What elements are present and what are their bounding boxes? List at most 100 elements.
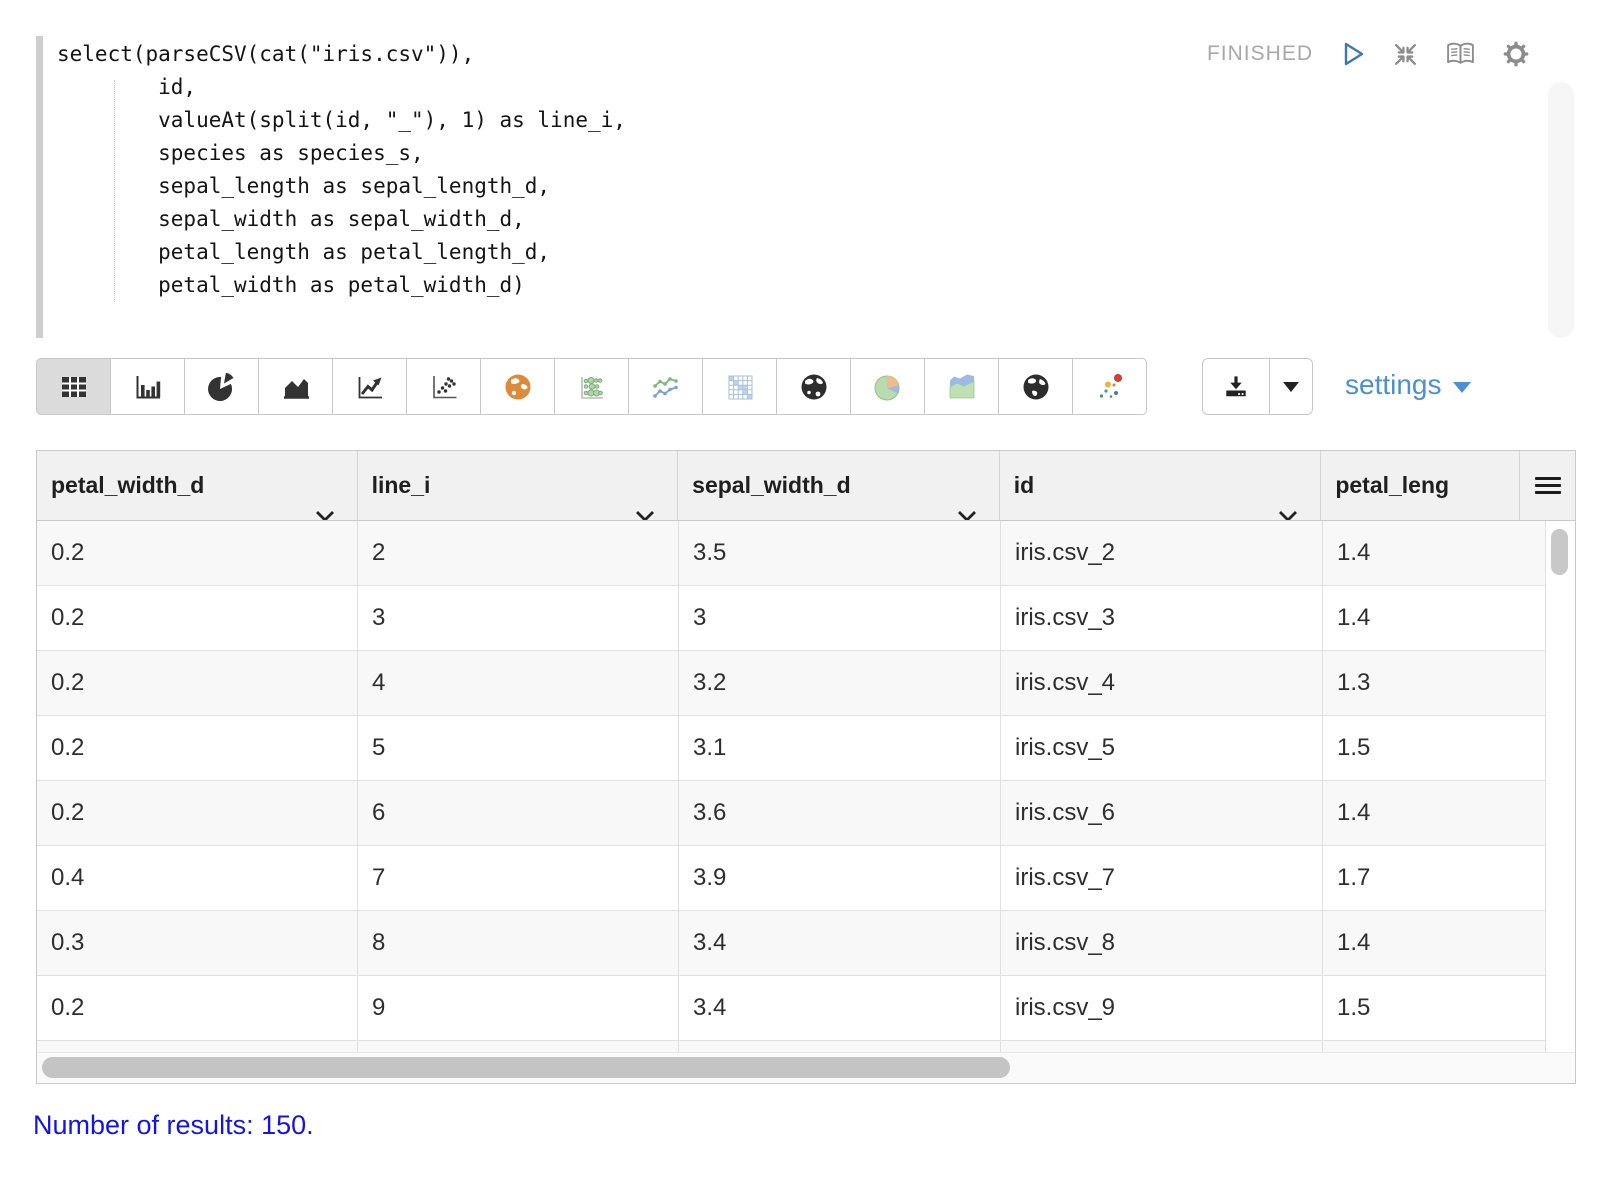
- table-row: 0.3 8 3.4 iris.csv_8 1.4: [37, 911, 1575, 976]
- chart-tab-scatter-color[interactable]: [1072, 358, 1147, 415]
- table-cell: 3.9: [679, 846, 1001, 910]
- line-chart-icon: [353, 370, 387, 404]
- paragraph-accent-bar: [36, 36, 43, 338]
- table-cell: 8: [358, 911, 679, 975]
- chart-tab-area-chart[interactable]: [258, 358, 333, 415]
- chart-tab-globe-orange[interactable]: [480, 358, 555, 415]
- vertical-scrollbar-thumb[interactable]: [1551, 529, 1568, 575]
- globe-orange-icon: [501, 370, 535, 404]
- download-icon: [1221, 372, 1251, 402]
- column-header-id[interactable]: id: [1000, 451, 1322, 521]
- book-icon[interactable]: [1445, 41, 1476, 68]
- scatter-chart-icon: [427, 370, 461, 404]
- table-cell: iris.csv_8: [1001, 911, 1323, 975]
- table-cell: iris.csv_3: [1001, 586, 1323, 650]
- table-cell: 0.2: [37, 651, 358, 715]
- settings-toggle[interactable]: settings: [1345, 369, 1471, 401]
- indent-guide: [114, 80, 115, 302]
- chart-type-toolbar: [36, 358, 1147, 415]
- chevron-down-icon[interactable]: [1278, 480, 1298, 521]
- table-row: 0.2 9 3.4 iris.csv_9 1.5: [37, 976, 1575, 1041]
- chart-tab-pie-chart[interactable]: [184, 358, 259, 415]
- chart-tab-table[interactable]: [36, 358, 111, 415]
- status-badge: FINISHED: [1207, 42, 1313, 66]
- code-editor[interactable]: select(parseCSV(cat("iris.csv")), id, va…: [57, 38, 626, 302]
- download-options-button[interactable]: [1270, 358, 1313, 415]
- results-count: Number of results: 150.: [33, 1110, 314, 1141]
- column-header-petal-width[interactable]: petal_width_d: [37, 451, 358, 521]
- table-cell: 3.6: [679, 781, 1001, 845]
- table-cell: 1.5: [1323, 716, 1547, 780]
- column-header-sepal-width[interactable]: sepal_width_d: [678, 451, 1000, 521]
- code-line: petal_width as petal_width_d): [57, 269, 626, 302]
- chart-tab-bar-chart[interactable]: [110, 358, 185, 415]
- table-row: 0.2 4 3.2 iris.csv_4 1.3: [37, 651, 1575, 716]
- chart-tab-scatter-chart[interactable]: [406, 358, 481, 415]
- table-cell: 3.5: [679, 521, 1001, 585]
- table-cell: 1.4: [1323, 521, 1547, 585]
- caret-down-icon: [1283, 382, 1299, 392]
- chart-tab-globe-dark-2[interactable]: [998, 358, 1073, 415]
- area-chart-icon: [279, 370, 313, 404]
- chevron-down-icon[interactable]: [315, 480, 335, 521]
- table-cell: 3.4: [679, 976, 1001, 1040]
- table-row: 0.2 5 3.1 iris.csv_5 1.5: [37, 716, 1575, 781]
- table-cell: 3.2: [679, 651, 1001, 715]
- table-row: 0.4 7 3.9 iris.csv_7 1.7: [37, 846, 1575, 911]
- table-header-row: petal_width_d line_i sepal_width_d id pe…: [37, 451, 1575, 521]
- table-cell: 3: [679, 586, 1001, 650]
- table-cell: 1.7: [1323, 846, 1547, 910]
- column-header-line-i[interactable]: line_i: [358, 451, 679, 521]
- horizontal-scrollbar[interactable]: [37, 1052, 1575, 1083]
- paragraph-control-bar: FINISHED: [1207, 40, 1530, 68]
- chart-tab-stacked-area[interactable]: [924, 358, 999, 415]
- table-cell: iris.csv_9: [1001, 976, 1323, 1040]
- chart-tab-multi-line-chart[interactable]: [628, 358, 703, 415]
- settings-caret-icon: [1453, 382, 1471, 393]
- vertical-scrollbar[interactable]: [1545, 521, 1575, 1055]
- code-line: petal_length as petal_length_d,: [57, 236, 626, 269]
- table-menu-button[interactable]: [1520, 451, 1575, 521]
- scatter-color-icon: [1093, 370, 1127, 404]
- chevron-down-icon[interactable]: [635, 480, 655, 521]
- code-scrollbar[interactable]: [1548, 82, 1574, 338]
- table-row: 0.2 6 3.6 iris.csv_6 1.4: [37, 781, 1575, 846]
- chart-tab-line-chart[interactable]: [332, 358, 407, 415]
- gear-icon[interactable]: [1502, 40, 1530, 68]
- compress-icon[interactable]: [1392, 41, 1419, 68]
- chart-tab-globe-dark[interactable]: [776, 358, 851, 415]
- table-cell: iris.csv_5: [1001, 716, 1323, 780]
- pie-pastel-icon: [871, 370, 905, 404]
- table-cell: 0.2: [37, 586, 358, 650]
- column-header-petal-length[interactable]: petal_leng: [1321, 451, 1520, 521]
- column-label: sepal_width_d: [692, 472, 850, 498]
- chevron-down-icon[interactable]: [957, 480, 977, 521]
- multi-line-chart-icon: [649, 370, 683, 404]
- chart-tab-bubble-chart[interactable]: [554, 358, 629, 415]
- table-row: 0.2 2 3.5 iris.csv_2 1.4: [37, 521, 1575, 586]
- table-cell: 0.2: [37, 521, 358, 585]
- chart-tab-pie-pastel[interactable]: [850, 358, 925, 415]
- table-cell: 0.2: [37, 976, 358, 1040]
- table-cell: 5: [358, 716, 679, 780]
- download-split-button: [1202, 358, 1313, 415]
- horizontal-scrollbar-thumb[interactable]: [42, 1057, 1010, 1078]
- download-button[interactable]: [1202, 358, 1270, 415]
- play-icon[interactable]: [1339, 40, 1366, 68]
- code-line: sepal_width as sepal_width_d,: [57, 203, 626, 236]
- code-line: sepal_length as sepal_length_d,: [57, 170, 626, 203]
- table-cell: 0.2: [37, 716, 358, 780]
- table-cell: 9: [358, 976, 679, 1040]
- table-cell: 3.4: [679, 911, 1001, 975]
- table-cell: 1.4: [1323, 781, 1547, 845]
- result-table: petal_width_d line_i sepal_width_d id pe…: [36, 450, 1576, 1084]
- chart-tab-heatmap[interactable]: [702, 358, 777, 415]
- table-cell: 1.4: [1323, 911, 1547, 975]
- table-cell: 3: [358, 586, 679, 650]
- code-line: select(parseCSV(cat("iris.csv")),: [57, 38, 626, 71]
- table-cell: 0.4: [37, 846, 358, 910]
- column-label: line_i: [372, 472, 431, 498]
- table-cell: 1.4: [1323, 586, 1547, 650]
- table-cell: iris.csv_7: [1001, 846, 1323, 910]
- bar-chart-icon: [131, 370, 165, 404]
